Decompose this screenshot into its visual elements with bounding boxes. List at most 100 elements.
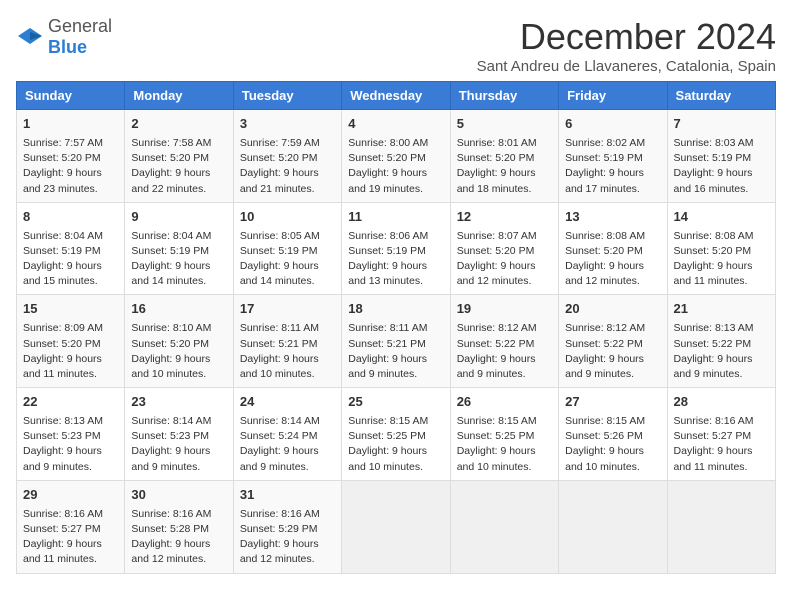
sunrise-text: Sunrise: 8:07 AM xyxy=(457,230,537,242)
calendar-cell xyxy=(342,480,450,573)
calendar-cell xyxy=(559,480,667,573)
sunrise-text: Sunrise: 7:57 AM xyxy=(23,137,103,149)
calendar-cell: 22Sunrise: 8:13 AMSunset: 5:23 PMDayligh… xyxy=(17,388,125,481)
daylight-text: Daylight: 9 hours and 13 minutes. xyxy=(348,260,427,287)
calendar-header-row: SundayMondayTuesdayWednesdayThursdayFrid… xyxy=(17,82,776,110)
calendar-table: SundayMondayTuesdayWednesdayThursdayFrid… xyxy=(16,81,776,574)
calendar-cell xyxy=(667,480,775,573)
calendar-day-header: Tuesday xyxy=(233,82,341,110)
sunset-text: Sunset: 5:20 PM xyxy=(131,338,209,350)
sunrise-text: Sunrise: 8:06 AM xyxy=(348,230,428,242)
day-number: 31 xyxy=(240,486,335,505)
calendar-week-row: 1 Sunrise: 7:57 AM Sunset: 5:20 PM Daylight… xyxy=(17,110,776,203)
daylight-text: Daylight: 9 hours and 11 minutes. xyxy=(23,538,102,565)
calendar-cell: 5Sunrise: 8:01 AMSunset: 5:20 PMDaylight… xyxy=(450,110,558,203)
calendar-cell: 13Sunrise: 8:08 AMSunset: 5:20 PMDayligh… xyxy=(559,202,667,295)
day-number: 3 xyxy=(240,115,335,134)
daylight-text: Daylight: 9 hours and 10 minutes. xyxy=(457,445,536,472)
day-number: 25 xyxy=(348,393,443,412)
sunset-text: Sunset: 5:19 PM xyxy=(23,245,101,257)
logo: General Blue xyxy=(16,16,112,58)
sunset-text: Sunset: 5:19 PM xyxy=(565,152,643,164)
daylight-text: Daylight: 9 hours and 10 minutes. xyxy=(348,445,427,472)
sunset-text: Sunset: 5:21 PM xyxy=(348,338,426,350)
day-number: 1 xyxy=(23,115,118,134)
sunrise-text: Sunrise: 8:15 AM xyxy=(348,415,428,427)
day-number: 11 xyxy=(348,208,443,227)
sunrise-text: Sunrise: 8:09 AM xyxy=(23,322,103,334)
calendar-body: 1 Sunrise: 7:57 AM Sunset: 5:20 PM Daylight… xyxy=(17,110,776,574)
calendar-cell: 21Sunrise: 8:13 AMSunset: 5:22 PMDayligh… xyxy=(667,295,775,388)
daylight-text: Daylight: 9 hours and 17 minutes. xyxy=(565,167,644,194)
day-number: 15 xyxy=(23,300,118,319)
calendar-cell: 14Sunrise: 8:08 AMSunset: 5:20 PMDayligh… xyxy=(667,202,775,295)
calendar-day-header: Monday xyxy=(125,82,233,110)
sunset-text: Sunset: 5:23 PM xyxy=(131,430,209,442)
calendar-cell: 6 Sunrise: 8:02 AM Sunset: 5:19 PM Daylight… xyxy=(559,110,667,203)
day-number: 17 xyxy=(240,300,335,319)
day-number: 13 xyxy=(565,208,660,227)
sunrise-text: Sunrise: 8:04 AM xyxy=(23,230,103,242)
daylight-text: Daylight: 9 hours and 15 minutes. xyxy=(23,260,102,287)
calendar-cell: 2Sunrise: 7:58 AMSunset: 5:20 PMDaylight… xyxy=(125,110,233,203)
location-title: Sant Andreu de Llavaneres, Catalonia, Sp… xyxy=(477,58,776,75)
sunset-text: Sunset: 5:19 PM xyxy=(674,152,752,164)
daylight-text: Daylight: 9 hours and 14 minutes. xyxy=(131,260,210,287)
logo-text-blue: Blue xyxy=(48,37,87,57)
day-number: 20 xyxy=(565,300,660,319)
sunrise-text: Sunrise: 8:16 AM xyxy=(131,508,211,520)
daylight-text: Daylight: 9 hours and 21 minutes. xyxy=(240,167,319,194)
sunset-text: Sunset: 5:23 PM xyxy=(23,430,101,442)
calendar-cell: 19Sunrise: 8:12 AMSunset: 5:22 PMDayligh… xyxy=(450,295,558,388)
calendar-day-header: Friday xyxy=(559,82,667,110)
day-number: 19 xyxy=(457,300,552,319)
daylight-text: Daylight: 9 hours and 19 minutes. xyxy=(348,167,427,194)
day-number: 18 xyxy=(348,300,443,319)
daylight-text: Daylight: 9 hours and 9 minutes. xyxy=(457,353,536,380)
daylight-text: Daylight: 9 hours and 14 minutes. xyxy=(240,260,319,287)
day-number: 8 xyxy=(23,208,118,227)
sunset-text: Sunset: 5:20 PM xyxy=(131,152,209,164)
calendar-cell: 3 Sunrise: 7:59 AM Sunset: 5:20 PM Daylight… xyxy=(233,110,341,203)
sunrise-text: Sunrise: 8:16 AM xyxy=(23,508,103,520)
calendar-cell: 24Sunrise: 8:14 AMSunset: 5:24 PMDayligh… xyxy=(233,388,341,481)
calendar-cell: 26Sunrise: 8:15 AMSunset: 5:25 PMDayligh… xyxy=(450,388,558,481)
sunset-text: Sunset: 5:20 PM xyxy=(457,245,535,257)
calendar-cell: 10Sunrise: 8:05 AMSunset: 5:19 PMDayligh… xyxy=(233,202,341,295)
daylight-text: Daylight: 9 hours and 9 minutes. xyxy=(23,445,102,472)
daylight-text: Daylight: 9 hours and 16 minutes. xyxy=(674,167,753,194)
daylight-text: Daylight: 9 hours and 11 minutes. xyxy=(23,353,102,380)
sunrise-text: Sunrise: 8:01 AM xyxy=(457,137,537,149)
calendar-cell: 9Sunrise: 8:04 AMSunset: 5:19 PMDaylight… xyxy=(125,202,233,295)
sunrise-text: Sunrise: 8:14 AM xyxy=(240,415,320,427)
calendar-cell: 25Sunrise: 8:15 AMSunset: 5:25 PMDayligh… xyxy=(342,388,450,481)
sunset-text: Sunset: 5:29 PM xyxy=(240,523,318,535)
daylight-text: Daylight: 9 hours and 11 minutes. xyxy=(674,445,753,472)
calendar-cell: 28Sunrise: 8:16 AMSunset: 5:27 PMDayligh… xyxy=(667,388,775,481)
sunrise-text: Sunrise: 8:11 AM xyxy=(240,322,319,334)
sunrise-text: Sunrise: 8:13 AM xyxy=(674,322,754,334)
sunrise-text: Sunrise: 8:02 AM xyxy=(565,137,645,149)
sunset-text: Sunset: 5:27 PM xyxy=(23,523,101,535)
sunrise-text: Sunrise: 8:11 AM xyxy=(348,322,427,334)
sunset-text: Sunset: 5:20 PM xyxy=(240,152,318,164)
logo-icon xyxy=(16,26,44,48)
daylight-text: Daylight: 9 hours and 10 minutes. xyxy=(131,353,210,380)
day-number: 6 xyxy=(565,115,660,134)
sunset-text: Sunset: 5:19 PM xyxy=(240,245,318,257)
day-number: 2 xyxy=(131,115,226,134)
sunrise-text: Sunrise: 7:59 AM xyxy=(240,137,320,149)
sunrise-text: Sunrise: 8:13 AM xyxy=(23,415,103,427)
sunrise-text: Sunrise: 8:15 AM xyxy=(457,415,537,427)
daylight-text: Daylight: 9 hours and 9 minutes. xyxy=(240,445,319,472)
daylight-text: Daylight: 9 hours and 10 minutes. xyxy=(565,445,644,472)
calendar-day-header: Wednesday xyxy=(342,82,450,110)
calendar-cell: 30Sunrise: 8:16 AMSunset: 5:28 PMDayligh… xyxy=(125,480,233,573)
calendar-week-row: 8 Sunrise: 8:04 AM Sunset: 5:19 PM Daylight… xyxy=(17,202,776,295)
sunset-text: Sunset: 5:20 PM xyxy=(348,152,426,164)
daylight-text: Daylight: 9 hours and 11 minutes. xyxy=(674,260,753,287)
calendar-cell: 18Sunrise: 8:11 AMSunset: 5:21 PMDayligh… xyxy=(342,295,450,388)
day-number: 23 xyxy=(131,393,226,412)
calendar-cell: 27Sunrise: 8:15 AMSunset: 5:26 PMDayligh… xyxy=(559,388,667,481)
sunset-text: Sunset: 5:22 PM xyxy=(565,338,643,350)
